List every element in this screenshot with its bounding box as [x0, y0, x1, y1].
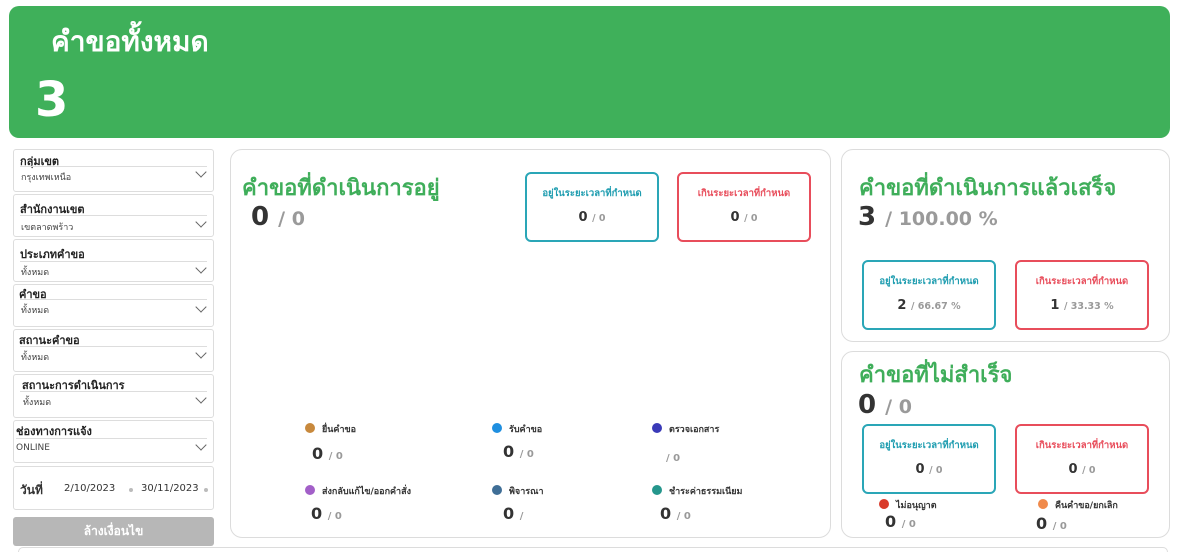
filter-request-type[interactable]: ประเภทคำขอ ทั้งหมด — [13, 239, 214, 282]
date-from-input[interactable]: 2/10/2023 — [64, 483, 115, 494]
filter-operation-status[interactable]: สถานะการดำเนินการ ทั้งหมด — [13, 374, 214, 418]
filter-district-office[interactable]: สำนักงานเขต เขตลาดพร้าว — [13, 194, 214, 237]
failed-panel: คำขอที่ไม่สำเร็จ 0 / 0 อยู่ในระยะเวลาที่… — [841, 351, 1170, 538]
chevron-down-icon — [195, 392, 207, 404]
chevron-down-icon — [195, 166, 207, 178]
date-label: วันที่ — [20, 483, 43, 497]
calendar-icon[interactable] — [129, 488, 133, 492]
chevron-down-icon — [195, 439, 207, 451]
completed-over-card: เกินระยะเวลาที่กำหนด 1 / 33.33 % — [1015, 260, 1149, 330]
in-progress-title: คำขอที่ดำเนินการอยู่ — [242, 176, 440, 201]
filter-value: ทั้งหมด — [21, 353, 50, 363]
completed-count: 3 / 100.00 % — [858, 202, 998, 232]
status-dot-icon — [879, 499, 889, 509]
completed-within-card: อยู่ในระยะเวลาที่กำหนด 2 / 66.67 % — [862, 260, 996, 330]
status-dot-icon — [305, 423, 315, 433]
status-dot-icon — [492, 423, 502, 433]
status-dot-icon — [305, 485, 315, 495]
in-progress-within-card: อยู่ในระยะเวลาที่กำหนด 0 / 0 — [525, 172, 659, 242]
filter-request[interactable]: คำขอ ทั้งหมด — [13, 284, 214, 327]
over-value: 0 / 0 — [730, 210, 758, 225]
total-requests-banner: คำขอทั้งหมด 3 — [9, 6, 1170, 138]
date-range-filter: วันที่ 2/10/2023 30/11/2023 — [13, 466, 214, 510]
filter-zone-group[interactable]: กลุ่มเขต กรุงเทพเหนือ — [13, 149, 214, 192]
within-value: 2 / 66.67 % — [897, 298, 961, 313]
status-dot-icon — [492, 485, 502, 495]
over-title: เกินระยะเวลาที่กำหนด — [1035, 276, 1129, 287]
filter-value: ทั้งหมด — [21, 268, 50, 278]
filter-value: กรุงเทพเหนือ — [21, 173, 72, 183]
filter-value: เขตลาดพร้าว — [21, 223, 74, 233]
over-value: 1 / 33.33 % — [1050, 298, 1114, 313]
date-to-input[interactable]: 30/11/2023 — [141, 483, 199, 494]
status-dot-icon — [652, 485, 662, 495]
bottom-panel-edge — [18, 547, 1168, 552]
failed-title: คำขอที่ไม่สำเร็จ — [859, 363, 1013, 388]
within-value: 0 / 0 — [915, 462, 943, 477]
completed-title: คำขอที่ดำเนินการแล้วเสร็จ — [859, 176, 1117, 201]
filter-request-status[interactable]: สถานะคำขอ ทั้งหมด — [13, 329, 214, 372]
calendar-icon[interactable] — [204, 488, 208, 492]
banner-count: 3 — [35, 72, 69, 128]
within-title: อยู่ในระยะเวลาที่กำหนด — [879, 440, 979, 451]
over-title: เกินระยะเวลาที่กำหนด — [697, 188, 791, 199]
failed-count: 0 / 0 — [858, 390, 912, 420]
within-title: อยู่ในระยะเวลาที่กำหนด — [879, 276, 979, 287]
completed-panel: คำขอที่ดำเนินการแล้วเสร็จ 3 / 100.00 % อ… — [841, 149, 1170, 342]
filter-label: กลุ่มเขต — [20, 155, 60, 168]
chevron-down-icon — [195, 262, 207, 274]
over-title: เกินระยะเวลาที่กำหนด — [1035, 440, 1129, 451]
in-progress-over-card: เกินระยะเวลาที่กำหนด 0 / 0 — [677, 172, 811, 242]
failed-over-card: เกินระยะเวลาที่กำหนด 0 / 0 — [1015, 424, 1149, 494]
filter-channel[interactable]: ช่องทางการแจ้ง ONLINE — [13, 420, 214, 463]
chevron-down-icon — [195, 301, 207, 313]
filter-value: ทั้งหมด — [23, 398, 52, 408]
clear-filters-button[interactable]: ล้างเงื่อนไข — [13, 517, 214, 546]
within-value: 0 / 0 — [578, 210, 606, 225]
filter-value: ทั้งหมด — [21, 306, 50, 316]
failed-within-card: อยู่ในระยะเวลาที่กำหนด 0 / 0 — [862, 424, 996, 494]
chevron-down-icon — [195, 347, 207, 359]
filter-value: ONLINE — [16, 443, 50, 453]
filter-label: คำขอ — [19, 288, 47, 301]
status-dot-icon — [652, 423, 662, 433]
banner-title: คำขอทั้งหมด — [51, 25, 209, 58]
in-progress-panel: คำขอที่ดำเนินการอยู่ 0 / 0 อยู่ในระยะเวล… — [230, 149, 831, 538]
status-dot-icon — [1038, 499, 1048, 509]
within-title: อยู่ในระยะเวลาที่กำหนด — [542, 188, 642, 199]
chevron-down-icon — [195, 216, 207, 228]
over-value: 0 / 0 — [1068, 462, 1096, 477]
in-progress-count: 0 / 0 — [251, 202, 305, 232]
